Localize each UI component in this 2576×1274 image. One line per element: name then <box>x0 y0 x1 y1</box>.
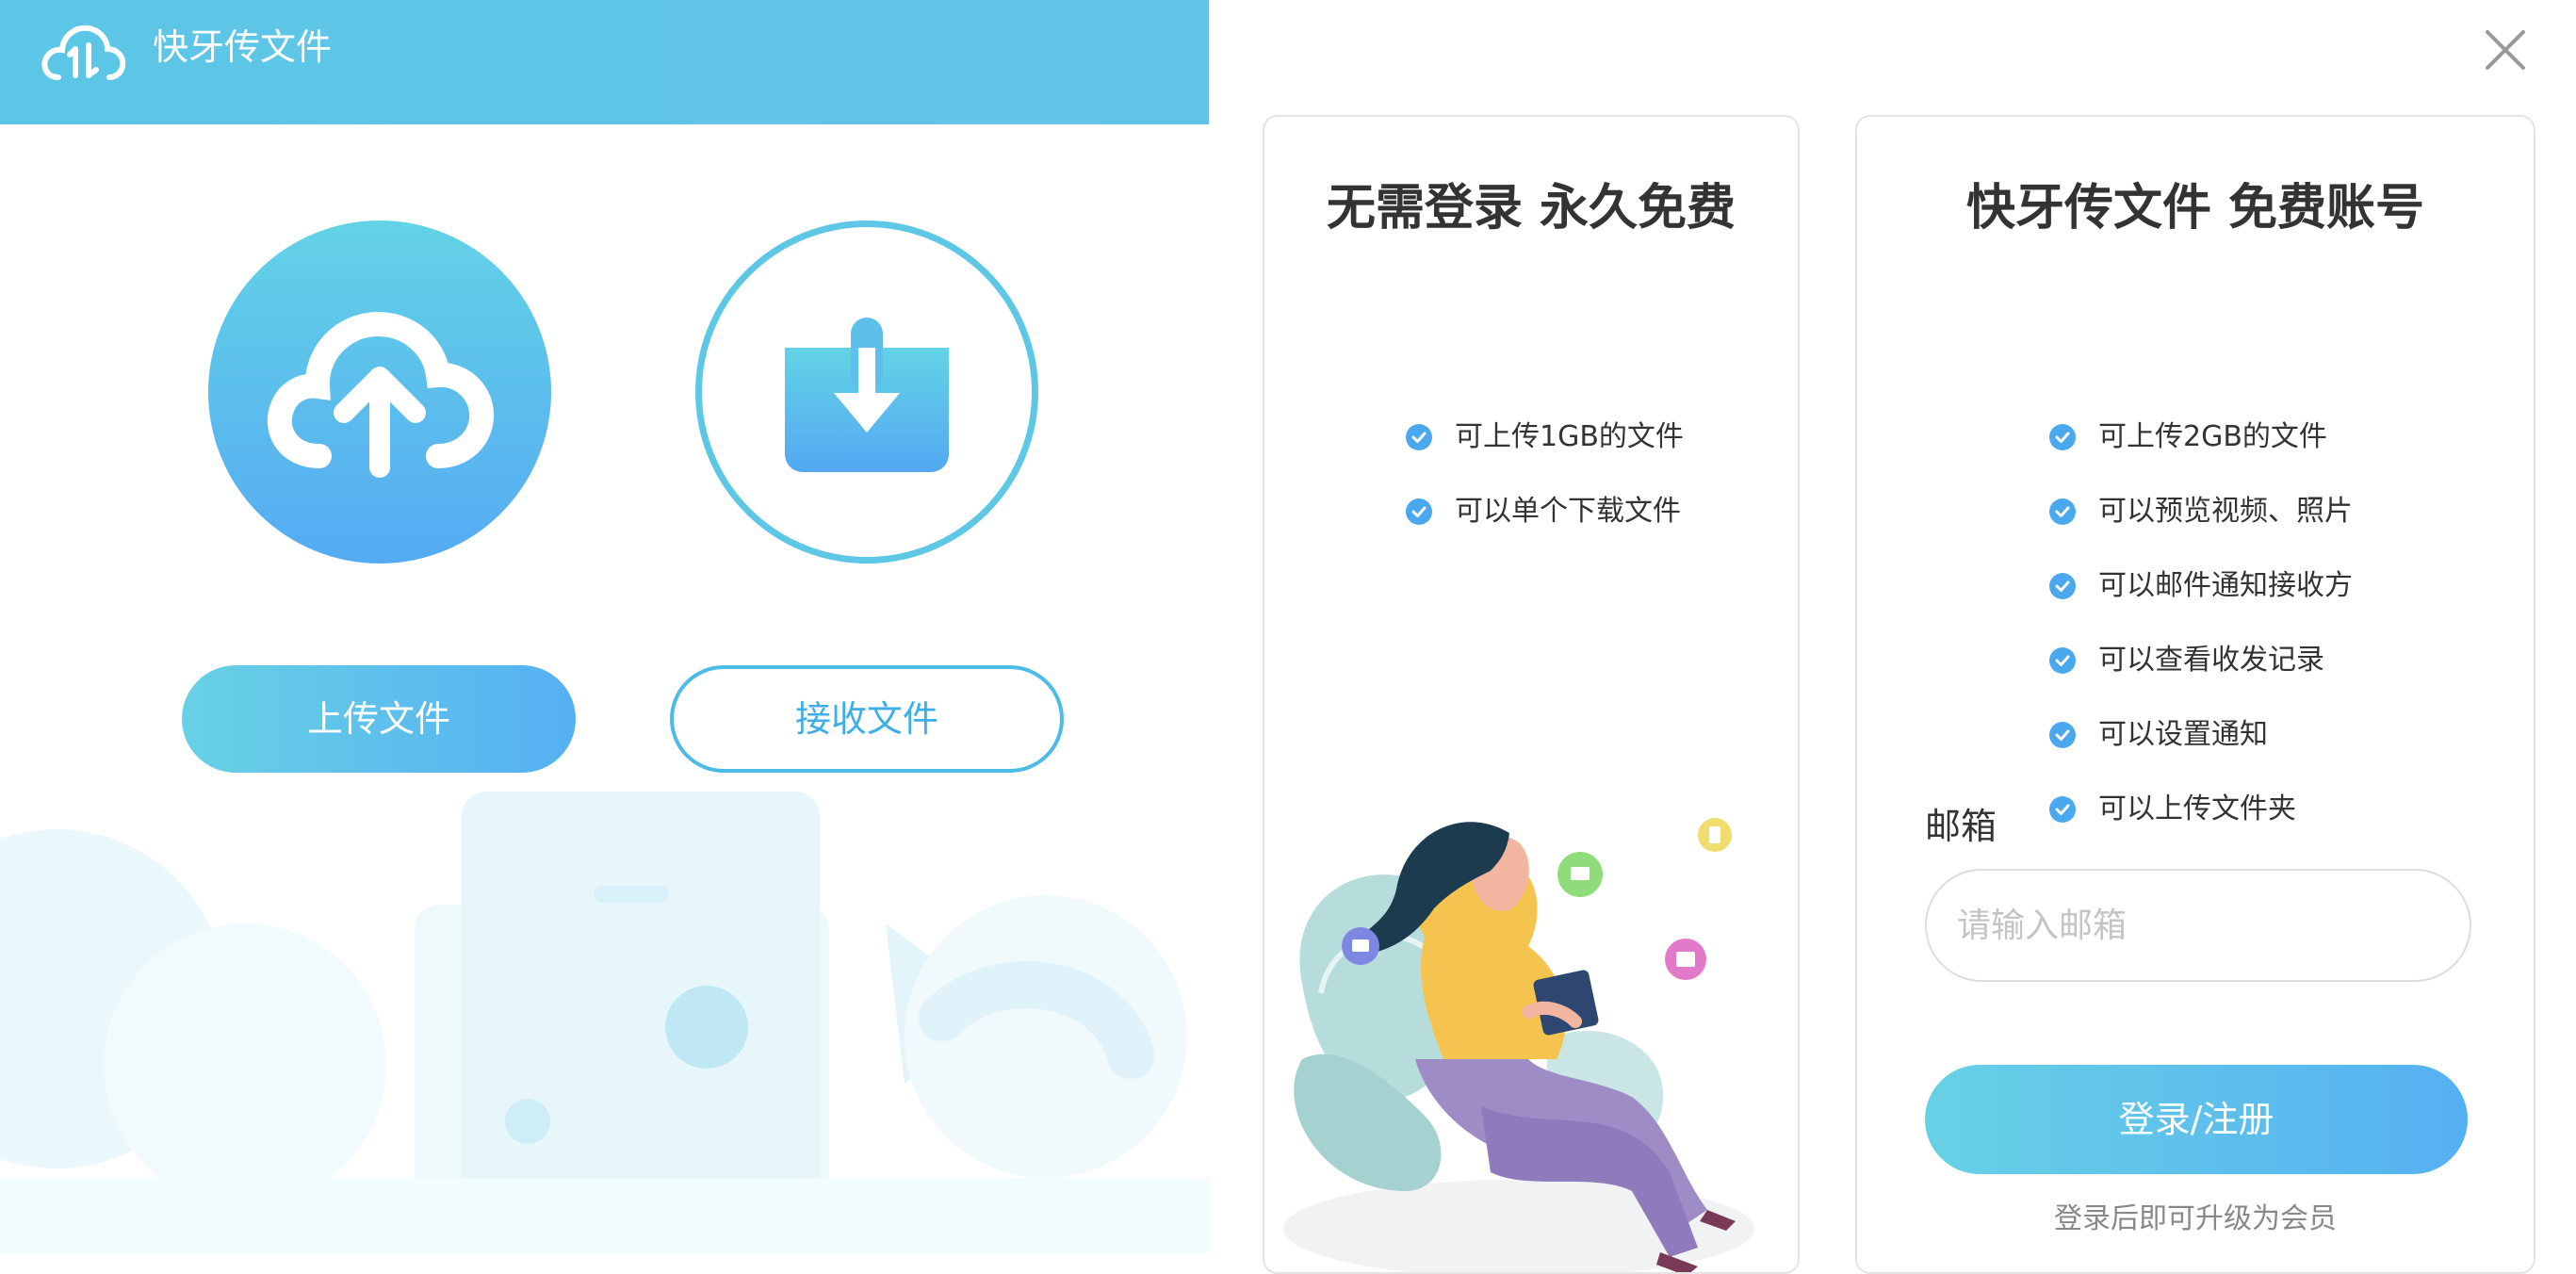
upload-file-button[interactable]: 上传文件 <box>182 665 576 773</box>
account-plan-title: 快牙传文件 免费账号 <box>1965 180 2425 237</box>
check-circle-icon <box>2049 722 2076 748</box>
receive-file-button[interactable]: 接收文件 <box>670 665 1064 773</box>
email-input[interactable] <box>1925 869 2471 982</box>
close-icon[interactable] <box>2480 24 2531 75</box>
check-circle-icon <box>1406 498 1432 525</box>
check-circle-icon <box>2049 424 2076 450</box>
check-circle-icon <box>2049 647 2076 674</box>
login-register-button[interactable]: 登录/注册 <box>1925 1065 2468 1174</box>
title-bar[interactable]: 快牙传文件 <box>0 0 1209 124</box>
account-feature-text: 可以预览视频、照片 <box>2098 495 2353 528</box>
woman-with-tablet-illustration <box>1283 818 1754 1272</box>
transfer-panel: 快牙传文件 上传文件 接收文件 <box>0 0 1209 1253</box>
account-feature-text: 可以查看收发记录 <box>2098 644 2324 677</box>
account-feature-text: 可以上传文件夹 <box>2098 792 2296 825</box>
free-feature-text: 可上传1GB的文件 <box>1455 420 1684 453</box>
upload-circle-button[interactable] <box>208 220 551 564</box>
email-label: 邮箱 <box>1925 806 1997 847</box>
free-plan-card: 无需登录 永久免费 可上传1GB的文件 可以单个下载文件 <box>1263 115 1800 1274</box>
cloud-logo-icon <box>41 24 126 80</box>
check-circle-icon <box>1406 424 1432 450</box>
app-title: 快牙传文件 <box>153 26 333 68</box>
decorative-background <box>0 792 1209 1253</box>
inbox-download-icon <box>785 318 949 472</box>
check-circle-icon <box>2049 573 2076 599</box>
check-circle-icon <box>2049 498 2076 525</box>
free-plan-title: 无需登录 永久免费 <box>1326 180 1736 237</box>
cloud-upload-icon <box>267 311 495 478</box>
check-circle-icon <box>2049 796 2076 823</box>
account-plan-card: 快牙传文件 免费账号 可上传2GB的文件 可以预览视频、照片 可以邮件通知接收方… <box>1855 115 2535 1274</box>
account-feature-text: 可以设置通知 <box>2098 718 2268 751</box>
upgrade-note: 登录后即可升级为会员 <box>2054 1202 2337 1235</box>
account-feature-text: 可上传2GB的文件 <box>2098 420 2327 453</box>
free-feature-text: 可以单个下载文件 <box>1455 495 1681 528</box>
receive-circle-button[interactable] <box>695 220 1038 564</box>
account-feature-text: 可以邮件通知接收方 <box>2098 569 2353 602</box>
